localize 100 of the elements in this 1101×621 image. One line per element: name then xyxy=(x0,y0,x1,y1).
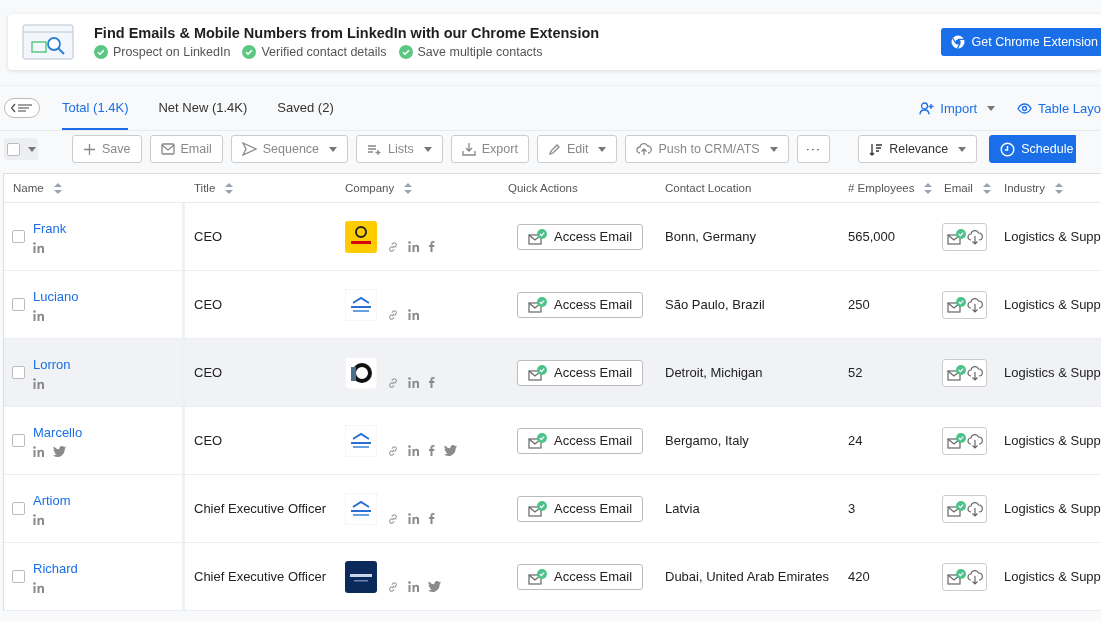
tab[interactable]: Saved (2) xyxy=(277,86,334,130)
bird-icon[interactable] xyxy=(444,445,457,456)
contact-name-link[interactable]: Marcello xyxy=(33,424,83,440)
column-header[interactable]: Title xyxy=(194,182,234,194)
table-row[interactable]: Richard Chief Executive Officer Access Email Dubai, United Arab Emirates 420 Logistics & Supp xyxy=(4,543,1101,611)
contact-name-link[interactable]: Artiom xyxy=(33,492,71,508)
title-text: CEO xyxy=(193,365,224,380)
access-email-button[interactable]: Access Email xyxy=(517,223,644,250)
more-button[interactable]: ··· xyxy=(796,135,831,163)
mail-check-icon xyxy=(946,500,967,517)
column-header[interactable]: # Employees xyxy=(848,182,933,194)
mail-check-icon xyxy=(946,296,967,313)
access-email-button[interactable]: Access Email xyxy=(517,563,644,590)
column-header[interactable]: Company xyxy=(345,182,413,194)
company-logo xyxy=(345,288,377,321)
email-status-button[interactable] xyxy=(942,222,987,251)
column-header[interactable]: Name xyxy=(13,182,62,194)
row-checkbox[interactable] xyxy=(12,230,25,243)
column-header[interactable]: Quick Actions xyxy=(508,182,578,194)
column-header[interactable]: Industry xyxy=(1004,182,1063,194)
contact-name-link[interactable]: Luciano xyxy=(33,288,79,304)
link-icon[interactable] xyxy=(387,240,399,253)
location-text: Detroit, Michigan xyxy=(664,365,764,380)
sort-icon[interactable] xyxy=(225,182,234,194)
linkedin-icon[interactable] xyxy=(33,581,44,593)
facebook-icon[interactable] xyxy=(428,445,435,456)
get-extension-button[interactable]: Get Chrome Extension xyxy=(940,28,1101,56)
list-add-icon xyxy=(367,143,383,155)
linkedin-icon[interactable] xyxy=(408,445,419,456)
tab[interactable]: Total (1.4K) xyxy=(62,86,129,130)
row-checkbox[interactable] xyxy=(12,434,25,447)
email-status-button[interactable] xyxy=(942,426,987,455)
link-icon[interactable] xyxy=(387,580,399,593)
email-status-button[interactable] xyxy=(942,494,987,523)
mail-check-icon xyxy=(946,568,967,585)
feature-text: Save multiple contacts xyxy=(417,45,543,59)
check-circle-icon xyxy=(94,45,108,59)
facebook-icon[interactable] xyxy=(428,377,435,388)
table-row[interactable]: Marcello CEO Access Email Bergamo, Italy 24 Logistics & Supp xyxy=(4,407,1101,475)
column-header[interactable]: Contact Location xyxy=(665,182,752,194)
mail-check-icon xyxy=(528,568,548,585)
linkedin-icon[interactable] xyxy=(33,309,44,321)
company-logo xyxy=(345,356,377,389)
linkedin-icon[interactable] xyxy=(33,513,44,525)
title-text: CEO xyxy=(193,229,224,244)
linkedin-icon[interactable] xyxy=(408,377,419,388)
sort-icon[interactable] xyxy=(982,182,991,194)
collapse-filters-button[interactable] xyxy=(4,98,40,118)
link-icon[interactable] xyxy=(387,512,399,525)
link-icon[interactable] xyxy=(387,308,399,321)
banner-title: Find Emails & Mobile Numbers from LinkedIn with our Chrome Extension xyxy=(94,25,601,41)
linkedin-icon[interactable] xyxy=(33,445,44,457)
linkedin-icon[interactable] xyxy=(408,513,419,524)
linkedin-icon[interactable] xyxy=(408,309,419,320)
email-status-button[interactable] xyxy=(942,358,987,387)
access-email-button[interactable]: Access Email xyxy=(517,495,644,522)
linkedin-icon[interactable] xyxy=(33,241,44,253)
select-all-dropdown[interactable] xyxy=(4,138,38,160)
row-checkbox[interactable] xyxy=(12,366,25,379)
link-icon[interactable] xyxy=(387,444,399,457)
access-email-button[interactable]: Access Email xyxy=(517,291,644,318)
mail-check-icon xyxy=(946,228,967,245)
tab[interactable]: Net New (1.4K) xyxy=(158,86,248,130)
bird-icon[interactable] xyxy=(53,445,66,457)
table-row[interactable]: Frank CEO Access Email Bonn, Germany 565,000 Logistics & Supp xyxy=(4,203,1101,271)
send-icon xyxy=(241,142,257,156)
access-email-button[interactable]: Access Email xyxy=(517,427,644,454)
sort-icon[interactable] xyxy=(404,182,413,194)
employees-text: 250 xyxy=(847,297,871,312)
eye-icon xyxy=(1017,102,1033,114)
sort-icon[interactable] xyxy=(1054,182,1063,194)
sort-icon[interactable] xyxy=(924,182,933,194)
sort-icon[interactable] xyxy=(53,182,62,194)
row-checkbox[interactable] xyxy=(12,298,25,311)
access-email-button[interactable]: Access Email xyxy=(517,359,644,386)
linkedin-icon[interactable] xyxy=(408,241,419,252)
employees-text: 565,000 xyxy=(847,229,896,244)
caret-icon xyxy=(423,146,432,152)
bird-icon[interactable] xyxy=(428,581,441,592)
facebook-icon[interactable] xyxy=(428,513,435,524)
sort-button[interactable]: Relevance xyxy=(858,135,978,163)
email-status-button[interactable] xyxy=(942,290,987,319)
table-row[interactable]: Artiom Chief Executive Officer Access Email Latvia 3 Logistics & Supp xyxy=(4,475,1101,543)
row-checkbox[interactable] xyxy=(12,570,25,583)
contact-name-link[interactable]: Frank xyxy=(33,220,67,236)
cloud-download-icon xyxy=(966,296,983,313)
linkedin-icon[interactable] xyxy=(408,581,419,592)
linkedin-icon[interactable] xyxy=(33,377,44,389)
link-icon[interactable] xyxy=(387,376,399,389)
table-row[interactable]: Lorron CEO Access Email Detroit, Michigan 52 Logistics & Supp xyxy=(4,339,1101,407)
import-button[interactable]: Import xyxy=(919,100,996,116)
column-header[interactable]: Email xyxy=(944,182,991,194)
table-layout-button[interactable]: Table Layo xyxy=(1017,100,1101,116)
schedule-button[interactable]: Schedule xyxy=(989,135,1077,163)
email-status-button[interactable] xyxy=(942,562,987,591)
facebook-icon[interactable] xyxy=(428,241,435,252)
row-checkbox[interactable] xyxy=(12,502,25,515)
mail-check-icon xyxy=(946,432,967,449)
contact-name-link[interactable]: Lorron xyxy=(33,356,71,372)
contact-name-link[interactable]: Richard xyxy=(33,560,78,576)
